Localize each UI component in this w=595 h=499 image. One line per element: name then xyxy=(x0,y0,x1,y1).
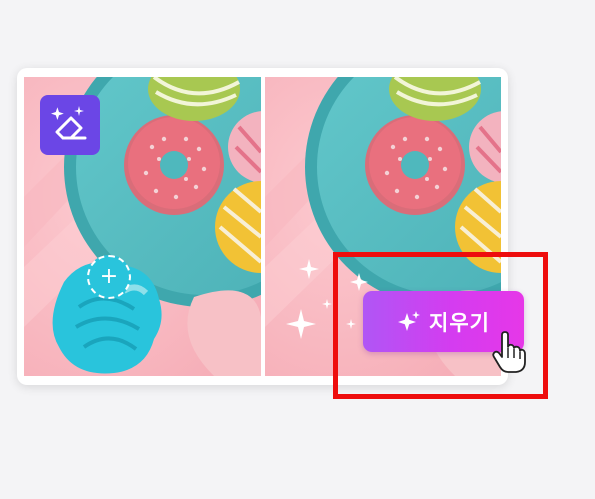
hand-pointer-icon xyxy=(492,331,526,377)
add-selection-button[interactable]: + xyxy=(87,255,131,299)
plus-icon: + xyxy=(99,264,119,289)
sparkle-icon xyxy=(398,310,421,331)
before-image: + xyxy=(24,77,261,376)
magic-eraser-icon[interactable] xyxy=(40,95,100,155)
erase-button-label: 지우기 xyxy=(429,310,490,335)
